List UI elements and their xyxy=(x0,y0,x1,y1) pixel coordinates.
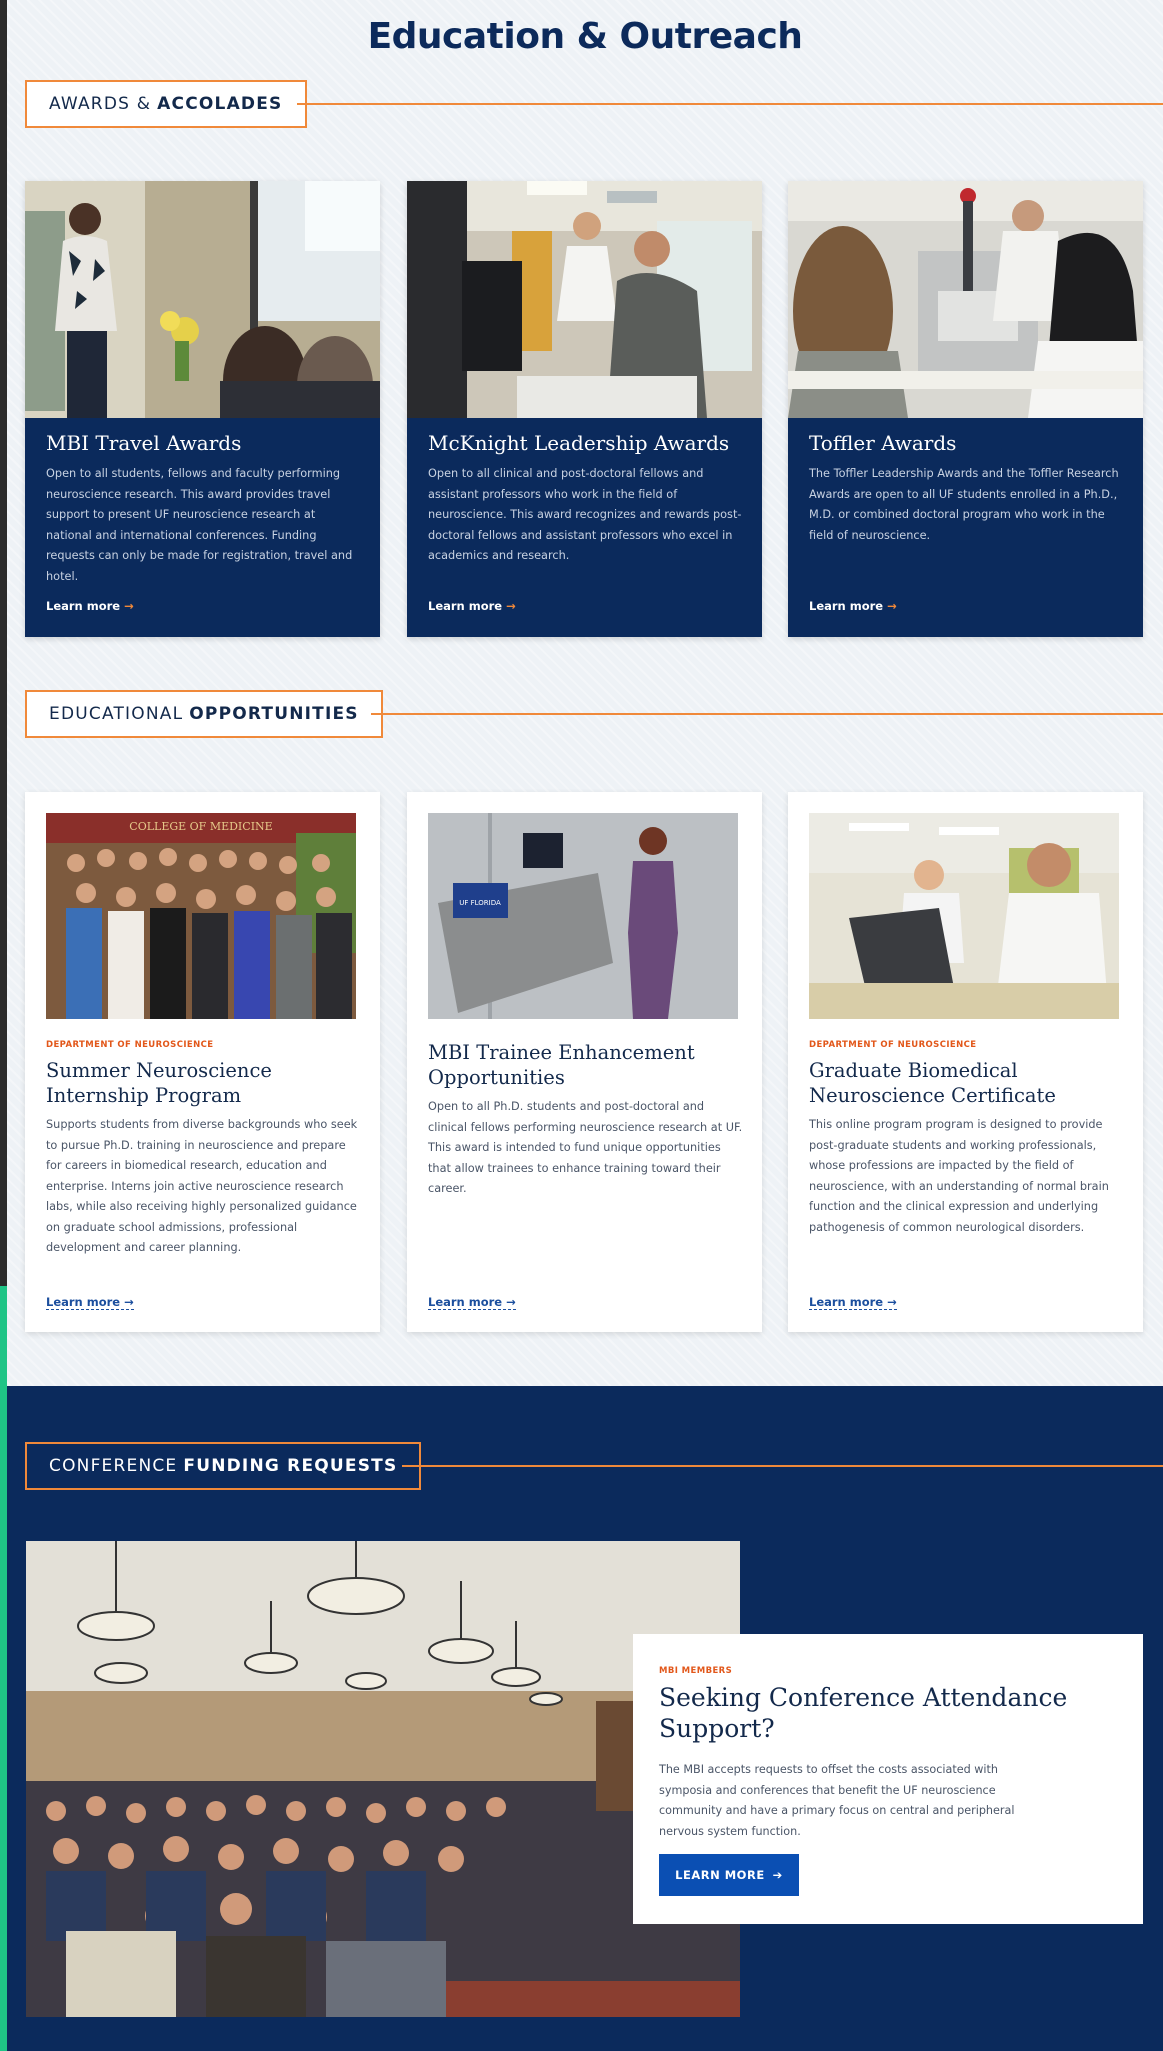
conference-description: The MBI accepts requests to offset the c… xyxy=(659,1763,1015,1838)
learn-more-link[interactable]: Learn more → xyxy=(428,1295,516,1310)
conference-support-card: MBI MEMBERS Seeking Conference Attendanc… xyxy=(633,1634,1143,1924)
opportunity-description: Supports students from diverse backgroun… xyxy=(46,1118,358,1254)
microscope-photo xyxy=(788,181,1143,418)
learn-more-link[interactable]: Learn more → xyxy=(46,1295,134,1310)
department-label: DEPARTMENT OF NEUROSCIENCE xyxy=(809,1040,977,1050)
arrow-right-icon: → xyxy=(124,1295,134,1309)
arrow-right-icon: → xyxy=(506,1295,516,1309)
awards-label-plain: AWARDS & xyxy=(49,94,152,114)
learn-more-label: Learn more xyxy=(809,1295,884,1309)
learn-more-link[interactable]: Learn more → xyxy=(46,599,134,613)
awards-label-bold: ACCOLADES xyxy=(157,94,283,114)
presenter-photo xyxy=(25,181,380,418)
learn-more-label: Learn more xyxy=(46,599,121,613)
learn-more-button-label: LEARN MORE xyxy=(675,1868,765,1882)
learn-more-link[interactable]: Learn more → xyxy=(809,599,897,613)
learn-more-button[interactable]: LEARN MORE ➔ xyxy=(659,1854,799,1896)
award-card-toffler: Toffler Awards The Toffler Leadership Aw… xyxy=(788,181,1143,637)
award-title: McKnight Leadership Awards xyxy=(428,431,730,455)
opportunity-title: MBI Trainee Enhancement Opportunities xyxy=(428,1041,695,1089)
learn-more-link[interactable]: Learn more → xyxy=(428,599,516,613)
educational-divider-line xyxy=(371,713,1163,715)
arrow-right-icon: → xyxy=(887,1295,897,1309)
conference-section: CONFERENCE FUNDING REQUESTS MBI MEMBERS … xyxy=(7,1386,1163,2051)
arrow-right-icon: → xyxy=(506,599,516,613)
learn-more-label: Learn more xyxy=(809,599,884,613)
students-laptop-photo xyxy=(809,813,1119,1019)
conference-section-label: CONFERENCE FUNDING REQUESTS xyxy=(25,1442,422,1490)
conference-title: Seeking Conference Attendance Support? xyxy=(659,1683,1068,1743)
left-edge-accent xyxy=(0,1286,7,2051)
arrow-right-icon: → xyxy=(887,599,897,613)
award-title: Toffler Awards xyxy=(809,431,957,455)
awards-divider-line xyxy=(297,103,1163,105)
lab-computer-photo xyxy=(407,181,762,418)
awards-section-label: AWARDS & ACCOLADES xyxy=(25,80,307,128)
award-description: Open to all clinical and post-doctoral f… xyxy=(428,467,742,562)
award-description: The Toffler Leadership Awards and the To… xyxy=(809,467,1119,542)
conference-kicker: MBI MEMBERS xyxy=(659,1666,733,1676)
educational-label-plain: EDUCATIONAL xyxy=(49,704,184,724)
interns-group-photo: COLLEGE OF MEDICINE xyxy=(46,813,356,1019)
opportunity-description: Open to all Ph.D. students and post-doct… xyxy=(428,1100,743,1195)
award-title: MBI Travel Awards xyxy=(46,431,242,455)
educational-label-bold: OPPORTUNITIES xyxy=(189,704,359,724)
page: Education & Outreach AWARDS &ACCOLADES xyxy=(7,0,1163,2051)
left-edge-bar xyxy=(0,0,7,1286)
conference-divider-line xyxy=(402,1465,1163,1467)
opportunity-card-internship: COLLEGE OF MEDICINE DEPARTMENT OF NEUROS… xyxy=(25,792,380,1332)
page-title: Education & Outreach xyxy=(367,16,803,57)
learn-more-link[interactable]: Learn more → xyxy=(809,1295,897,1310)
award-card-travel: MBI Travel Awards Open to all students, … xyxy=(25,181,380,637)
educational-section-label: EDUCATIONAL OPPORTUNITIES xyxy=(25,690,383,738)
opportunity-description: This online program program is designed … xyxy=(809,1118,1109,1234)
learn-more-label: Learn more xyxy=(46,1295,121,1309)
image-sign-text: COLLEGE OF MEDICINE xyxy=(129,820,272,833)
opportunity-card-trainee: UF FLORIDA MBI Trainee Enhancement Oppor… xyxy=(407,792,762,1332)
conference-label-bold: FUNDING REQUESTS xyxy=(183,1456,398,1476)
award-card-mcknight: McKnight Leadership Awards Open to all c… xyxy=(407,181,762,637)
image-sign-text: UF FLORIDA xyxy=(459,899,501,907)
arrow-right-icon: → xyxy=(124,599,134,613)
opportunity-title: Summer Neuroscience Internship Program xyxy=(46,1059,272,1107)
opportunity-card-certificate: DEPARTMENT OF NEUROSCIENCE Graduate Biom… xyxy=(788,792,1143,1332)
arrow-right-icon: ➔ xyxy=(772,1868,783,1882)
award-description: Open to all students, fellows and facult… xyxy=(46,467,353,583)
learn-more-label: Learn more xyxy=(428,1295,503,1309)
conference-label-plain: CONFERENCE xyxy=(49,1456,178,1476)
lecturer-podium-photo: UF FLORIDA xyxy=(428,813,738,1019)
department-label: DEPARTMENT OF NEUROSCIENCE xyxy=(46,1040,214,1050)
opportunity-title: Graduate Biomedical Neuroscience Certifi… xyxy=(809,1059,1056,1107)
learn-more-label: Learn more xyxy=(428,599,503,613)
